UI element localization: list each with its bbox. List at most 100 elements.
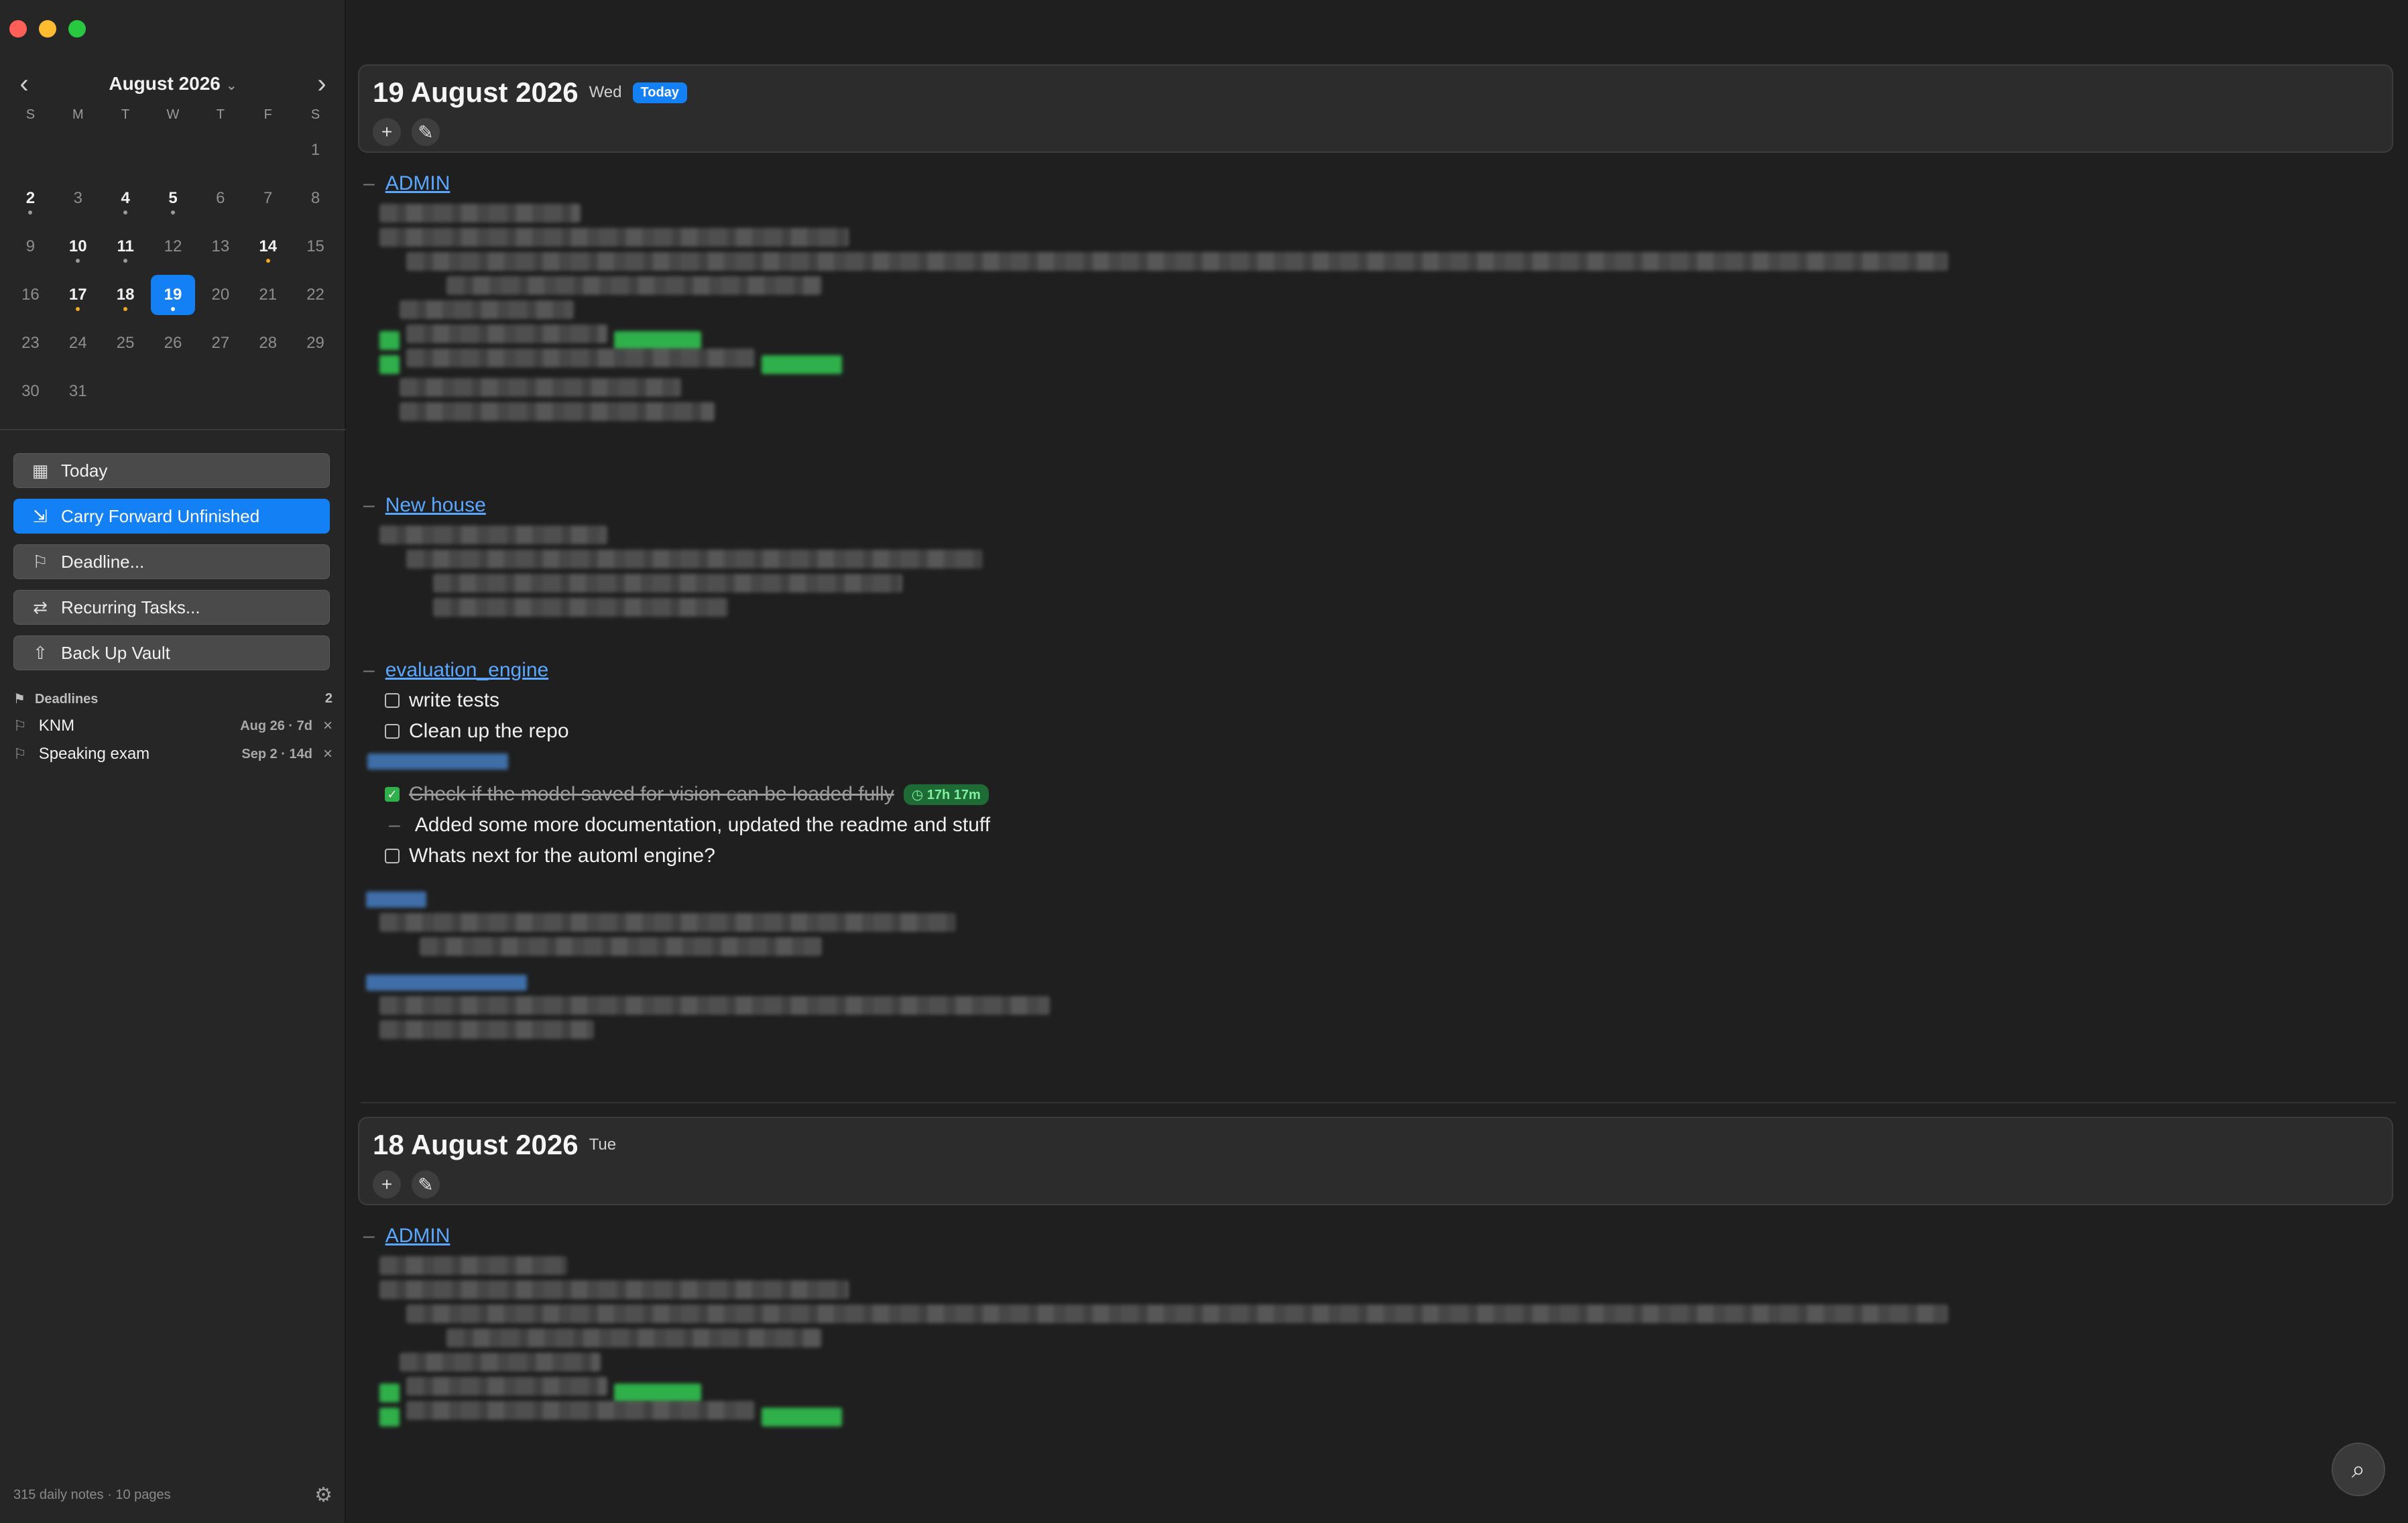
task-checkbox[interactable] (385, 724, 400, 739)
flag-icon: ⚐ (13, 745, 27, 762)
note-indicator-dot (76, 259, 80, 263)
calendar-day[interactable]: 4 (102, 174, 149, 223)
prev-month-button[interactable]: ‹ (11, 70, 38, 97)
redacted-content (363, 204, 2374, 421)
calendar-day[interactable]: 11 (102, 223, 149, 271)
task-item[interactable]: Whats next for the automl engine? (363, 841, 2374, 871)
daily-notes-stream[interactable]: 19 August 2026 Wed Today + ✎ – ADMIN – N… (347, 0, 2408, 1523)
calendar-day[interactable]: 27 (196, 319, 244, 367)
flag-icon: ⚐ (32, 551, 48, 572)
calendar-day[interactable]: 22 (292, 271, 339, 319)
task-text: Check if the model saved for vision can … (409, 783, 894, 805)
calendar-day[interactable]: 14 (244, 223, 292, 271)
month-picker[interactable]: August 2026 ⌄ (109, 73, 237, 95)
task-checkbox[interactable] (385, 693, 400, 708)
today-button[interactable]: ▦ Today (13, 453, 330, 488)
remove-deadline-icon[interactable]: × (323, 717, 333, 735)
calendar-day[interactable]: 2 (7, 174, 54, 223)
calendar-grid: S M T W T F S 1 2 3 4 5 6 7 8 9 10 11 12 13 14 15 16 17 18 19 20 21… (7, 103, 339, 416)
calendar-day[interactable]: 29 (292, 319, 339, 367)
calendar-day[interactable]: 6 (196, 174, 244, 223)
day-number: 11 (117, 237, 134, 255)
section-title: – New house (363, 491, 2374, 520)
next-month-button[interactable]: › (308, 70, 335, 97)
calendar-day[interactable]: 17 (54, 271, 102, 319)
day-number: 27 (211, 334, 230, 352)
close-window-button[interactable] (9, 20, 27, 38)
collapse-toggle[interactable]: – (363, 1225, 375, 1247)
calendar-day[interactable]: 15 (292, 223, 339, 271)
carry-forward-button[interactable]: ⇲ Carry Forward Unfinished (13, 499, 330, 534)
calendar-day[interactable]: 10 (54, 223, 102, 271)
calendar-day[interactable]: 30 (7, 367, 54, 416)
calendar-day-selected[interactable]: 19 (149, 271, 197, 319)
month-label: August 2026 (109, 73, 221, 94)
note-indicator-dot (28, 210, 33, 215)
day-header: 18 August 2026 Tue + ✎ (358, 1117, 2393, 1205)
time-tracked-value: 17h 17m (926, 787, 981, 802)
calendar-day[interactable]: 31 (54, 367, 102, 416)
section-link-admin[interactable]: ADMIN (385, 172, 450, 195)
task-text: write tests (409, 689, 500, 711)
calendar-day[interactable]: 1 (292, 126, 339, 174)
day-title: 19 August 2026 Wed Today (373, 76, 2379, 109)
day-weekday: Wed (589, 83, 622, 101)
section-admin: – ADMIN (363, 1221, 2374, 1426)
redacted-heading (363, 747, 2374, 779)
app-window: ‹ August 2026 ⌄ › S M T W T F S 1 2 3 4 5 6 7 8 9 10 11 12 1… (0, 0, 2408, 1523)
day-number: 23 (21, 334, 40, 352)
weekday-header: W (166, 107, 180, 122)
calendar-day[interactable]: 16 (7, 271, 54, 319)
add-note-button[interactable]: + (373, 1170, 401, 1199)
section-link-new-house[interactable]: New house (385, 494, 486, 517)
calendar-day[interactable]: 21 (244, 271, 292, 319)
day-number: 8 (310, 189, 320, 207)
task-item-completed[interactable]: ✓ Check if the model saved for vision ca… (363, 779, 2374, 810)
edit-note-button[interactable]: ✎ (412, 118, 440, 146)
task-checkbox-checked[interactable]: ✓ (385, 787, 400, 802)
deadline-item[interactable]: ⚐ KNM Aug 26 · 7d × (13, 712, 333, 740)
day-header-today: 19 August 2026 Wed Today + ✎ (358, 64, 2393, 153)
collapse-toggle[interactable]: – (363, 494, 375, 517)
minimize-window-button[interactable] (39, 20, 56, 38)
collapse-toggle[interactable]: – (363, 659, 375, 682)
calendar-day[interactable]: 8 (292, 174, 339, 223)
back-up-vault-label: Back Up Vault (61, 642, 170, 663)
day-number: 13 (211, 237, 230, 255)
calendar-day[interactable]: 25 (102, 319, 149, 367)
calendar-day[interactable]: 3 (54, 174, 102, 223)
calendar-day[interactable]: 13 (196, 223, 244, 271)
task-checkbox[interactable] (385, 849, 400, 863)
zoom-window-button[interactable] (68, 20, 86, 38)
day-weekday: Tue (589, 1136, 617, 1154)
calendar-day[interactable]: 5 (149, 174, 197, 223)
deadline-button-label: Deadline... (61, 551, 145, 572)
task-item[interactable]: write tests (363, 685, 2374, 716)
day-number: 15 (306, 237, 324, 255)
add-note-button[interactable]: + (373, 118, 401, 146)
section-new-house: – New house (363, 491, 2374, 622)
deadline-item[interactable]: ⚐ Speaking exam Sep 2 · 14d × (13, 740, 333, 768)
settings-gear-icon[interactable]: ⚙ (314, 1483, 333, 1507)
calendar-day[interactable]: 9 (7, 223, 54, 271)
task-item[interactable]: Clean up the repo (363, 716, 2374, 747)
edit-note-button[interactable]: ✎ (412, 1170, 440, 1199)
calendar-day[interactable]: 18 (102, 271, 149, 319)
section-link-admin[interactable]: ADMIN (385, 1225, 450, 1247)
section-link-evaluation-engine[interactable]: evaluation_engine (385, 659, 549, 682)
note-item[interactable]: – Added some more documentation, updated… (363, 810, 2374, 841)
calendar-day[interactable]: 20 (196, 271, 244, 319)
recurring-tasks-button[interactable]: ⇄ Recurring Tasks... (13, 590, 330, 625)
calendar-empty-cell (7, 126, 54, 174)
calendar-day[interactable]: 12 (149, 223, 197, 271)
calendar-day[interactable]: 23 (7, 319, 54, 367)
back-up-vault-button[interactable]: ⇧ Back Up Vault (13, 635, 330, 670)
calendar-day[interactable]: 28 (244, 319, 292, 367)
calendar-day[interactable]: 26 (149, 319, 197, 367)
calendar-day[interactable]: 24 (54, 319, 102, 367)
search-button[interactable]: ⌕ (2332, 1443, 2385, 1496)
deadline-button[interactable]: ⚐ Deadline... (13, 544, 330, 579)
collapse-toggle[interactable]: – (363, 172, 375, 195)
calendar-day[interactable]: 7 (244, 174, 292, 223)
remove-deadline-icon[interactable]: × (323, 745, 333, 764)
